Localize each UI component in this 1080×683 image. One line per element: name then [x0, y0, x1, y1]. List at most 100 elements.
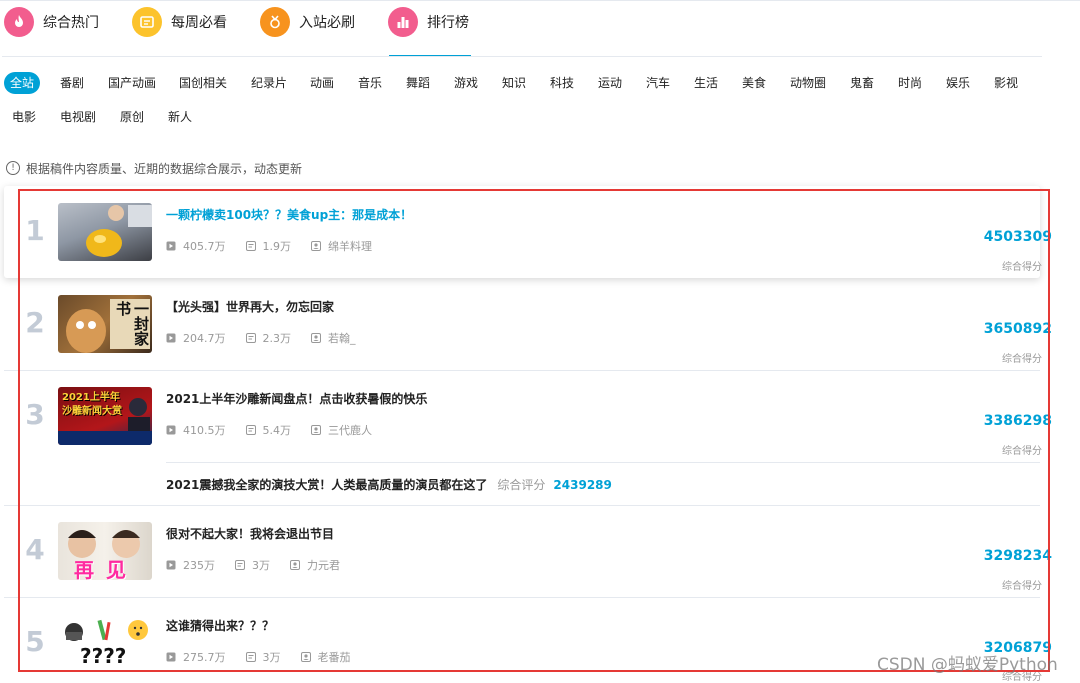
play-count-value: 405.7万: [183, 240, 226, 253]
tag-item[interactable]: 国创相关: [179, 72, 227, 94]
nav-item-hot[interactable]: 综合热门: [4, 5, 99, 39]
danmaku-icon: [245, 425, 256, 435]
author-name[interactable]: 力元君: [307, 557, 340, 573]
video-thumbnail[interactable]: 再见: [58, 522, 152, 580]
score-value: 3650892: [983, 321, 1052, 337]
play-count-value: 410.5万: [183, 424, 226, 437]
tag-item[interactable]: 动物圈: [790, 72, 826, 94]
play-count: 410.5万: [166, 422, 226, 438]
tag-item[interactable]: 娱乐: [946, 72, 970, 94]
medal-icon: [260, 7, 290, 37]
tag-item[interactable]: 生活: [694, 72, 718, 94]
video-meta: 405.7万 1.9万 绵羊料理: [166, 238, 392, 254]
nav-item-must-see[interactable]: 入站必刷: [260, 5, 355, 39]
author-icon: [300, 652, 311, 662]
tag-all[interactable]: 全站: [4, 72, 41, 94]
author[interactable]: 力元君: [290, 557, 340, 573]
tag-item[interactable]: 美食: [742, 72, 766, 94]
video-title[interactable]: 这谁猜得出来？？？: [166, 617, 274, 634]
chart-icon: [388, 7, 418, 37]
author-name[interactable]: 绵羊料理: [328, 238, 372, 254]
author-icon: [311, 333, 321, 343]
tag-item[interactable]: 科技: [550, 72, 574, 94]
author-name[interactable]: 若翰_: [328, 330, 356, 346]
video-thumbnail[interactable]: 2021上半年沙雕新闻大赏: [58, 387, 152, 445]
thumbnail-text: ????: [80, 644, 127, 668]
danmaku-count-value: 5.4万: [262, 424, 292, 437]
author-icon: [290, 560, 300, 570]
video-thumbnail[interactable]: ????: [58, 614, 152, 672]
danmaku-count-value: 2.3万: [262, 332, 292, 345]
rank-number: 4: [25, 533, 45, 566]
danmaku-icon: [245, 652, 256, 662]
tag-item[interactable]: 汽车: [646, 72, 670, 94]
score-value: 4503309: [983, 229, 1052, 245]
tag-item[interactable]: 国产动画: [108, 72, 156, 94]
play-icon: [166, 333, 176, 343]
nav-label: 综合热门: [43, 15, 99, 31]
play-count: 204.7万: [166, 330, 226, 346]
danmaku-count: 3万: [245, 649, 281, 665]
score-label: 综合得分: [1002, 581, 1042, 592]
play-count: 235万: [166, 557, 215, 573]
video-title[interactable]: 一颗柠檬卖100块？？美食up主：那是成本！: [166, 206, 412, 223]
play-count: 405.7万: [166, 238, 226, 254]
row-divider: [4, 597, 1040, 598]
rank-number: 3: [25, 398, 45, 431]
tag-item[interactable]: 动画: [310, 72, 334, 94]
tag-item[interactable]: 新人: [168, 106, 192, 128]
author[interactable]: 绵羊料理: [311, 238, 372, 254]
play-count-value: 275.7万: [183, 651, 226, 664]
tag-item[interactable]: 知识: [502, 72, 526, 94]
thumbnail-text: 一封家书: [114, 301, 150, 346]
related-title[interactable]: 2021震撼我全家的演技大赏！人类最高质量的演员都在这了: [166, 476, 487, 493]
author[interactable]: 老番茄: [300, 649, 351, 665]
tag-item[interactable]: 番剧: [60, 72, 84, 94]
rank-number: 5: [25, 625, 45, 658]
nav-item-ranking[interactable]: 排行榜: [388, 5, 469, 39]
row-divider: [4, 505, 1040, 506]
danmaku-count-value: 3万: [252, 559, 270, 572]
tag-item[interactable]: 纪录片: [251, 72, 287, 94]
tag-item[interactable]: 舞蹈: [406, 72, 430, 94]
play-icon: [166, 560, 176, 570]
author[interactable]: 若翰_: [311, 330, 356, 346]
danmaku-count: 1.9万: [245, 238, 291, 254]
related-item[interactable]: 2021震撼我全家的演技大赏！人类最高质量的演员都在这了 综合评分 243928…: [166, 476, 612, 493]
author-icon: [311, 425, 321, 435]
notice-text: 根据稿件内容质量、近期的数据综合展示，动态更新: [26, 161, 303, 176]
info-icon: !: [6, 161, 20, 175]
tag-item[interactable]: 电视剧: [60, 106, 96, 128]
video-thumbnail[interactable]: [58, 203, 152, 261]
watermark: CSDN @蚂蚁爱Python: [877, 655, 1058, 675]
author[interactable]: 三代鹿人: [311, 422, 372, 438]
calendar-icon: [132, 7, 162, 37]
author-name[interactable]: 老番茄: [318, 649, 351, 665]
video-thumbnail[interactable]: 一封家书: [58, 295, 152, 353]
thumbnail-text: 再见: [74, 558, 138, 580]
tag-item[interactable]: 音乐: [358, 72, 382, 94]
danmaku-count: 5.4万: [245, 422, 292, 438]
video-meta: 235万 3万 力元君: [166, 557, 360, 573]
nav-item-weekly[interactable]: 每周必看: [132, 5, 227, 39]
video-title[interactable]: 2021上半年沙雕新闻盘点！点击收获暑假的快乐: [166, 390, 427, 407]
score-value: 3386298: [983, 413, 1052, 429]
danmaku-icon: [245, 241, 256, 251]
tag-item[interactable]: 电影: [12, 106, 36, 128]
tag-item[interactable]: 时尚: [898, 72, 922, 94]
tag-item[interactable]: 游戏: [454, 72, 478, 94]
score-label: 综合得分: [1002, 262, 1042, 273]
tag-item[interactable]: 原创: [120, 106, 144, 128]
author-name[interactable]: 三代鹿人: [328, 422, 372, 438]
video-title[interactable]: 很对不起大家！我将会退出节目: [166, 525, 334, 542]
score-value: 3298234: [983, 548, 1052, 564]
tag-item[interactable]: 鬼畜: [850, 72, 874, 94]
related-score-value: 2439289: [553, 477, 612, 492]
video-title[interactable]: 【光头强】世界再大，勿忘回家: [166, 298, 334, 315]
video-meta: 410.5万 5.4万 三代鹿人: [166, 422, 392, 438]
rank-number: 2: [25, 306, 45, 339]
danmaku-icon: [245, 333, 256, 343]
rank-item-card[interactable]: [4, 186, 1040, 278]
tag-item[interactable]: 运动: [598, 72, 622, 94]
tag-item[interactable]: 影视: [994, 72, 1018, 94]
